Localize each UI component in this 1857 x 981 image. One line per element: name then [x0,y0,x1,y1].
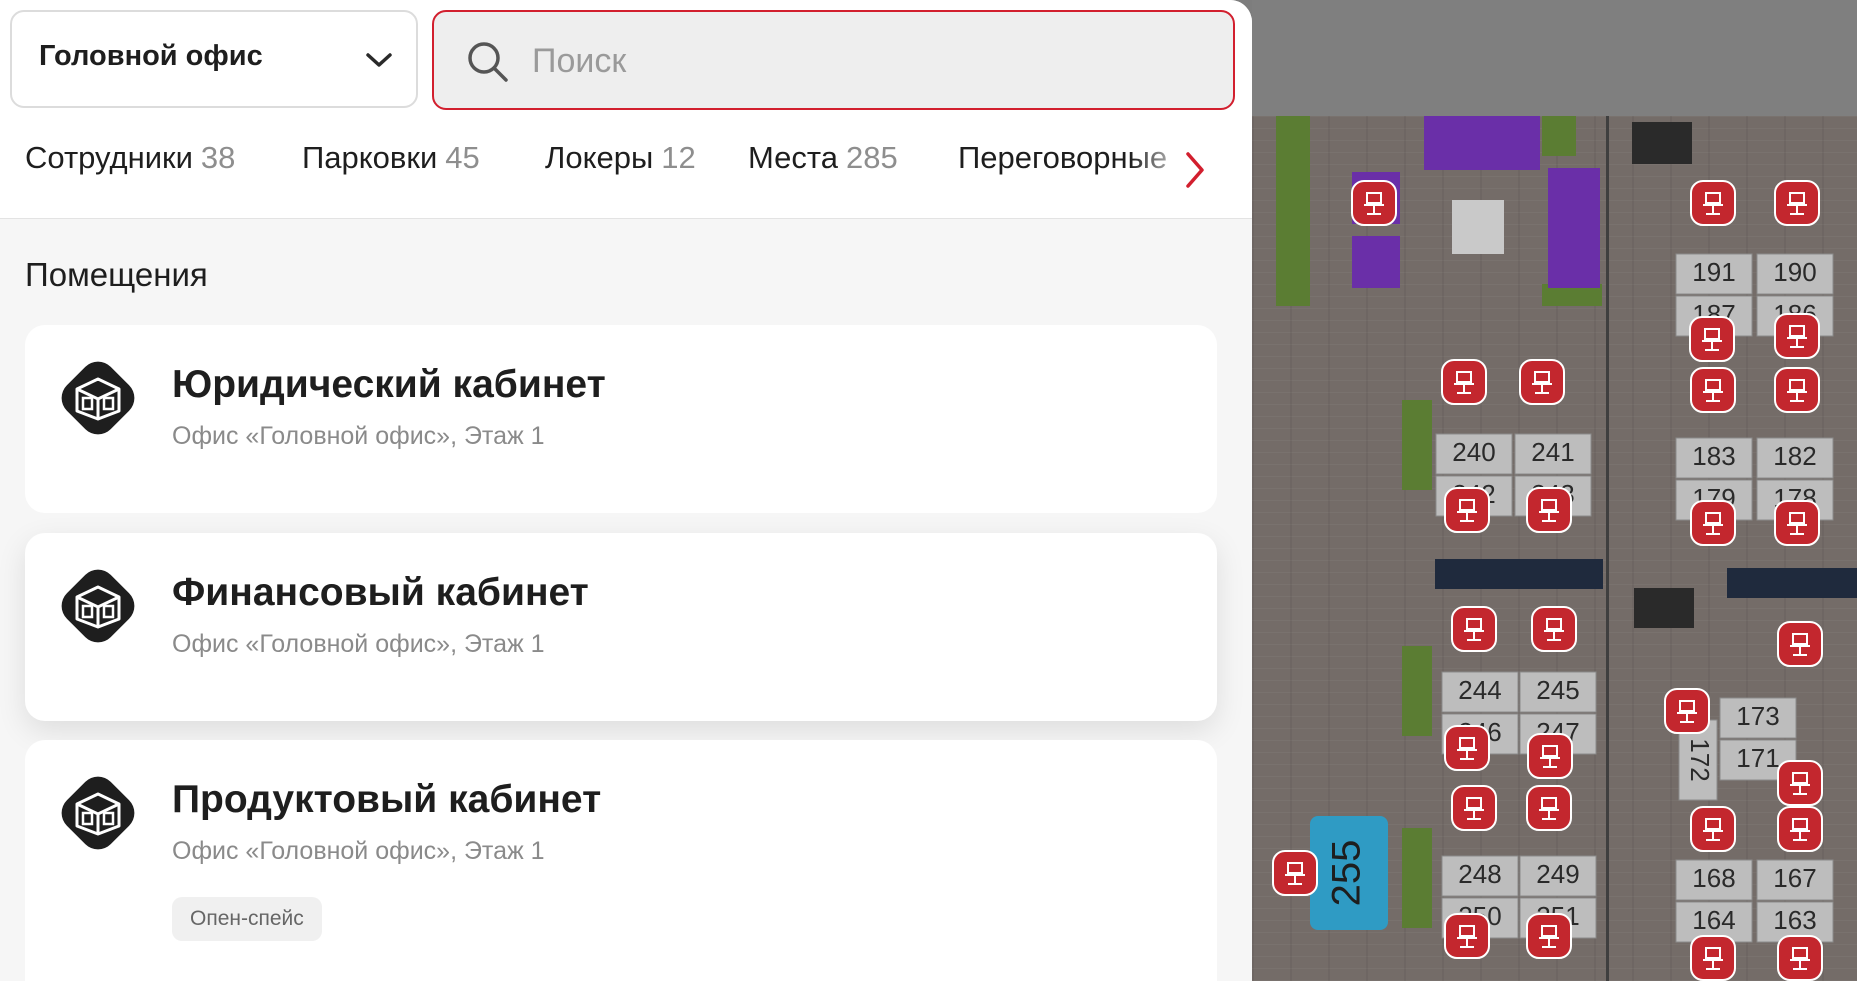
panel-header: Головной офис Сотрудники38 Парковки45 Ло… [0,0,1252,219]
map-plant [1542,116,1576,156]
office-select-value: Головной офис [39,40,263,72]
map-plant [1276,116,1310,306]
chair-icon[interactable] [1690,180,1736,226]
map-desk-label: 173 [1736,701,1779,731]
chair-icon[interactable] [1526,785,1572,831]
map-desk-label: 240 [1452,437,1495,467]
chevron-right-icon[interactable] [1180,148,1210,192]
map-desk-label: 182 [1773,441,1816,471]
chair-icon[interactable] [1444,487,1490,533]
map-desk-label: 167 [1773,863,1816,893]
map-desk-label: 248 [1458,859,1501,889]
room-location: Офис «Головной офис», Этаж 1 [172,422,545,450]
search-icon [466,40,510,89]
chair-icon[interactable] [1527,733,1573,779]
map-desk-label: 191 [1692,257,1735,287]
tab-count: 38 [200,140,236,175]
chair-icon[interactable] [1351,180,1397,226]
chair-icon[interactable] [1451,606,1497,652]
room-card[interactable]: Продуктовый кабинет Офис «Головной офис»… [25,740,1217,981]
chair-icon[interactable] [1690,935,1736,981]
map-sofa [1548,168,1600,288]
room-title: Юридический кабинет [172,363,606,406]
map-desk-label: 245 [1536,675,1579,705]
chair-icon[interactable] [1777,621,1823,667]
chair-icon[interactable] [1444,725,1490,771]
chevron-down-icon [364,50,394,75]
chair-icon[interactable] [1526,913,1572,959]
search-panel: Головной офис Сотрудники38 Парковки45 Ло… [0,0,1252,981]
room-3d-icon [53,561,143,656]
chair-icon[interactable] [1451,785,1497,831]
map-bench [1727,568,1857,598]
chair-icon[interactable] [1777,760,1823,806]
chair-icon[interactable] [1777,935,1823,981]
category-tabs: Сотрудники 38 Парковки 45 Локеры 12 Места 28… [0,140,1252,192]
room-card[interactable]: Юридический кабинет Офис «Головной офис»… [25,325,1217,513]
tab-count: 285 [846,140,898,175]
map-sofa [1424,116,1540,170]
map-desk-label: 168 [1692,863,1735,893]
tab-label: Парковки [302,140,438,175]
tab-employees[interactable]: Сотрудники 38 [25,140,235,176]
map-room-label: 255 [1325,840,1369,907]
search-field[interactable] [432,10,1235,110]
chair-icon[interactable] [1272,850,1318,896]
room-card[interactable]: Финансовый кабинет Офис «Головной офис»,… [25,533,1217,721]
map-bench [1435,559,1603,589]
tab-count: 12 [661,140,696,175]
room-location: Офис «Головной офис», Этаж 1 [172,630,545,658]
chair-icon[interactable] [1690,367,1736,413]
map-desk-label: 164 [1692,905,1735,935]
map-desk-label: 241 [1531,437,1574,467]
chair-icon[interactable] [1774,367,1820,413]
map-desk-label: 163 [1773,905,1816,935]
map-desk-label: 190 [1773,257,1816,287]
map-cabinet [1632,122,1692,164]
map-desk-label: 244 [1458,675,1501,705]
map-armchair [1352,236,1400,288]
chair-icon[interactable] [1689,316,1735,362]
tab-parking[interactable]: Парковки 45 [302,140,480,176]
floor-map[interactable]: 255 191190187186240241242243183182179178… [1252,0,1857,981]
chair-icon[interactable] [1690,806,1736,852]
map-cabinet [1634,588,1694,628]
map-table [1452,200,1504,254]
section-title: Помещения [25,256,208,293]
chair-icon[interactable] [1441,359,1487,405]
search-input[interactable] [530,36,1214,86]
map-plant [1402,828,1432,928]
tab-count: 45 [445,140,480,175]
chair-icon[interactable] [1774,313,1820,359]
tab-lockers[interactable]: Локеры 12 [545,140,696,176]
chair-icon[interactable] [1444,913,1490,959]
map-desk-label: 171 [1736,743,1779,773]
room-title: Продуктовый кабинет [172,778,602,821]
room-title: Финансовый кабинет [172,571,589,614]
map-desk-label: 183 [1692,441,1735,471]
chair-icon[interactable] [1777,806,1823,852]
tab-label: Локеры [545,140,654,175]
tab-label: Места [748,140,839,175]
chair-icon[interactable] [1774,500,1820,546]
office-select[interactable]: Головной офис [10,10,418,108]
map-plant [1402,400,1432,490]
chair-icon[interactable] [1519,359,1565,405]
room-location: Офис «Головной офис», Этаж 1 [172,837,545,865]
chair-icon[interactable] [1774,180,1820,226]
room-type-tag: Опен-спейс [172,897,322,941]
tab-label: Сотрудники [25,140,193,175]
chair-icon[interactable] [1531,606,1577,652]
room-3d-icon [53,353,143,448]
map-wall [1606,116,1609,981]
room-3d-icon [53,768,143,863]
chair-icon[interactable] [1526,487,1572,533]
floor-plan-svg[interactable]: 255 191190187186240241242243183182179178… [1252,116,1857,981]
tab-seats[interactable]: Места 285 [748,140,898,176]
map-desk-label: 249 [1536,859,1579,889]
chair-icon[interactable] [1664,688,1710,734]
map-plant [1402,646,1432,736]
chair-icon[interactable] [1690,500,1736,546]
map-desk-label: 172 [1685,738,1715,781]
